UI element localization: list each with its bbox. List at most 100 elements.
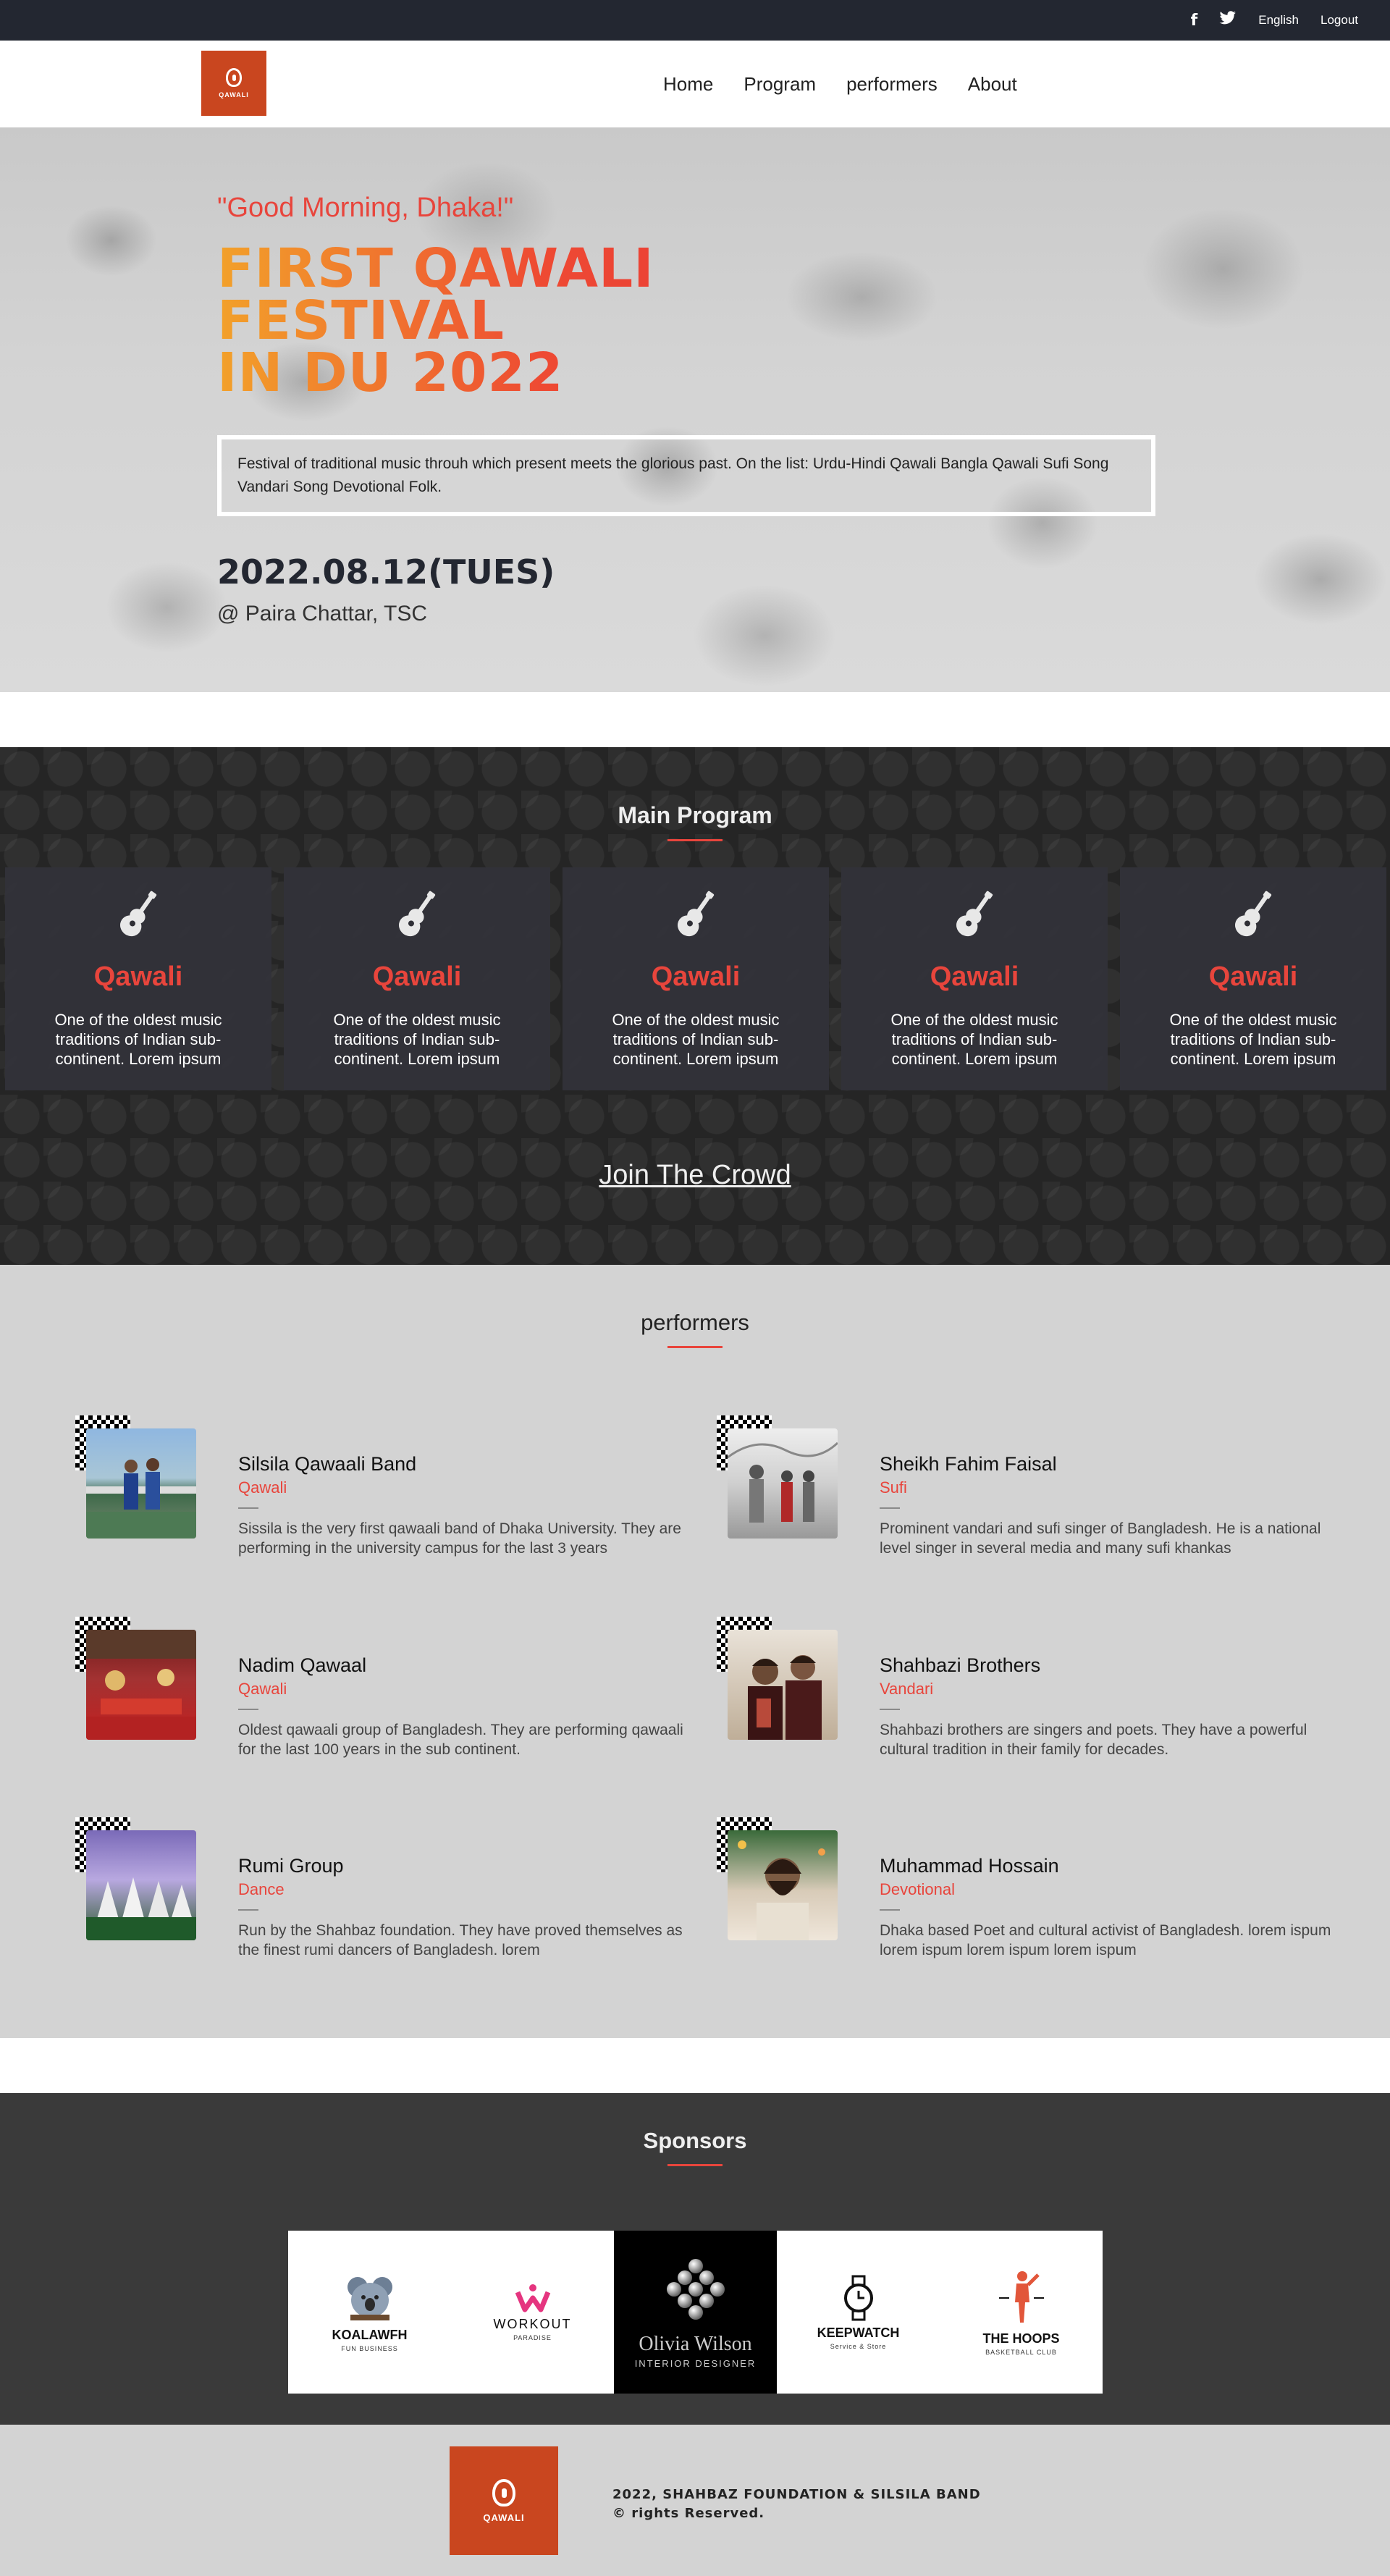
performer-genre: Sufi: [880, 1478, 907, 1497]
basketball-player-icon: [998, 2270, 1044, 2323]
spacer: [0, 692, 1390, 747]
main-program-section: Main Program Qawali One of the oldest mus…: [0, 747, 1390, 1265]
koala-icon: [347, 2276, 392, 2320]
performer-card[interactable]: Shahbazi Brothers Vandari Shahbazi broth…: [717, 1617, 1354, 1761]
program-card-description: One of the oldest music traditions of In…: [612, 1011, 780, 1068]
performer-photo: [86, 1630, 196, 1740]
watch-icon: [843, 2275, 873, 2320]
diamond-pattern-icon: [666, 2258, 725, 2320]
site-logo[interactable]: QAWALI: [201, 51, 266, 116]
hero-description: Festival of traditional music throuh whi…: [217, 435, 1155, 516]
performer-card[interactable]: Silsila Qawaali Band Qawali Sissila is t…: [75, 1415, 712, 1560]
performer-name: Sheikh Fahim Faisal: [880, 1453, 1057, 1475]
performer-genre: Qawali: [238, 1478, 287, 1497]
title-underline: [667, 1346, 723, 1348]
event-date: 2022.08.12(TUES): [217, 552, 555, 592]
program-card-description: One of the oldest music traditions of In…: [333, 1011, 501, 1068]
program-card[interactable]: Qawali One of the oldest music traditions…: [563, 867, 829, 1090]
program-cards: Qawali One of the oldest music traditions…: [5, 867, 1386, 1090]
event-venue: @ Paira Chattar, TSC: [217, 602, 428, 626]
sponsor-tagline: FUN BUSINESS: [341, 2344, 398, 2352]
logo-text: QAWALI: [219, 91, 249, 98]
sponsor-the-hoops[interactable]: THE HOOPS BASKETBALL CLUB: [940, 2231, 1103, 2394]
program-card[interactable]: Qawali One of the oldest music traditions…: [5, 867, 271, 1090]
sponsor-logos: KOALAWFH FUN BUSINESS WORKOUT PARADISE O…: [288, 2231, 1103, 2394]
performer-genre: Vandari: [880, 1680, 934, 1698]
section-title: Main Program: [618, 802, 772, 828]
nav-home[interactable]: Home: [663, 73, 713, 96]
site-footer: QAWALI 2022, SHAHBAZ FOUNDATION & SILSIL…: [0, 2425, 1390, 2576]
sponsor-keepwatch[interactable]: KEEPWATCH Service & Store: [777, 2231, 940, 2394]
performer-card[interactable]: Nadim Qawaal Qawali Oldest qawaali group…: [75, 1617, 712, 1761]
performer-card[interactable]: Rumi Group Dance Run by the Shahbaz foun…: [75, 1817, 712, 1962]
guitar-icon: [109, 886, 167, 944]
sponsor-tagline: PARADISE: [513, 2333, 552, 2341]
guitar-pick-icon: [492, 2478, 515, 2506]
program-card[interactable]: Qawali One of the oldest music traditions…: [284, 867, 550, 1090]
program-card-title: Qawali: [651, 961, 741, 992]
hero-title-line1: FIRST QAWALI FESTIVAL: [217, 237, 654, 352]
hero-title-line2: IN DU 2022: [217, 342, 564, 404]
hero-banner: "Good Morning, Dhaka!" FIRST QAWALI FEST…: [0, 127, 1390, 692]
performer-genre: Qawali: [238, 1680, 287, 1698]
performer-card[interactable]: Sheikh Fahim Faisal Sufi Prominent vanda…: [717, 1415, 1354, 1560]
performer-description: Prominent vandari and sufi singer of Ban…: [880, 1520, 1321, 1557]
language-link[interactable]: English: [1258, 13, 1299, 28]
program-card-description: One of the oldest music traditions of In…: [1169, 1011, 1337, 1068]
hero-title: FIRST QAWALI FESTIVAL IN DU 2022: [217, 243, 941, 399]
program-card[interactable]: Qawali One of the oldest music traditions…: [1120, 867, 1386, 1090]
performer-name: Muhammad Hossain: [880, 1855, 1059, 1877]
divider: [238, 1709, 258, 1710]
performer-description: Dhaka based Poet and cultural activist o…: [880, 1922, 1331, 1958]
sponsor-name: KOALAWFH: [332, 2327, 408, 2342]
divider: [880, 1507, 900, 1509]
title-underline: [667, 2164, 723, 2166]
divider: [880, 1909, 900, 1911]
performer-card[interactable]: Muhammad Hossain Devotional Dhaka based …: [717, 1817, 1354, 1962]
program-card-title: Qawali: [930, 961, 1019, 992]
program-card[interactable]: Qawali One of the oldest music traditions…: [841, 867, 1108, 1090]
performer-photo: [86, 1428, 196, 1539]
workout-w-icon: [515, 2284, 550, 2312]
sponsors-section: Sponsors KOALAWFH FUN BUSINESS WORKOUT P…: [0, 2093, 1390, 2425]
footer-line1: 2022, SHAHBAZ FOUNDATION & SILSILA BAND: [612, 2487, 981, 2502]
main-nav: QAWALI Home Program performers About: [0, 41, 1390, 127]
guitar-pick-icon: [226, 68, 242, 87]
guitar-icon: [1224, 886, 1282, 944]
guitar-icon: [667, 886, 725, 944]
performer-photo: [728, 1428, 838, 1539]
join-the-crowd-link[interactable]: Join The Crowd: [0, 1160, 1390, 1191]
sponsor-olivia-wilson[interactable]: Olivia Wilson INTERIOR DESIGNER: [614, 2231, 777, 2394]
footer-copyright: 2022, SHAHBAZ FOUNDATION & SILSILA BAND …: [612, 2485, 981, 2523]
nav-program[interactable]: Program: [744, 73, 816, 96]
sponsor-tagline: BASKETBALL CLUB: [985, 2348, 1057, 2356]
twitter-icon[interactable]: [1219, 11, 1237, 30]
facebook-icon[interactable]: f: [1191, 12, 1198, 30]
nav-performers[interactable]: performers: [846, 73, 938, 96]
footer-logo[interactable]: QAWALI: [450, 2446, 558, 2555]
guitar-icon: [388, 886, 446, 944]
performer-name: Rumi Group: [238, 1855, 344, 1877]
performer-genre: Dance: [238, 1880, 285, 1898]
performer-description: Oldest qawaali group of Bangladesh. They…: [238, 1722, 683, 1758]
divider: [238, 1909, 258, 1911]
sponsor-name: KEEPWATCH: [817, 2325, 900, 2340]
hero-greeting: "Good Morning, Dhaka!": [217, 193, 514, 223]
performer-photo: [728, 1630, 838, 1740]
sponsor-koalawfh[interactable]: KOALAWFH FUN BUSINESS: [288, 2231, 451, 2394]
program-card-title: Qawali: [93, 961, 183, 992]
spacer: [0, 2038, 1390, 2093]
nav-about[interactable]: About: [968, 73, 1017, 96]
section-title: performers: [641, 1310, 749, 1335]
performer-photo: [86, 1830, 196, 1940]
performer-name: Shahbazi Brothers: [880, 1654, 1041, 1676]
performer-description: Shahbazi brothers are singers and poets.…: [880, 1722, 1307, 1758]
sponsor-tagline: INTERIOR DESIGNER: [634, 2357, 757, 2369]
performer-description: Sissila is the very first qawaali band o…: [238, 1520, 681, 1557]
performer-name: Nadim Qawaal: [238, 1654, 367, 1676]
divider: [880, 1709, 900, 1710]
sponsor-workout[interactable]: WORKOUT PARADISE: [451, 2231, 614, 2394]
program-card-description: One of the oldest music traditions of In…: [890, 1011, 1058, 1068]
title-underline: [667, 839, 723, 841]
logout-link[interactable]: Logout: [1320, 13, 1358, 28]
